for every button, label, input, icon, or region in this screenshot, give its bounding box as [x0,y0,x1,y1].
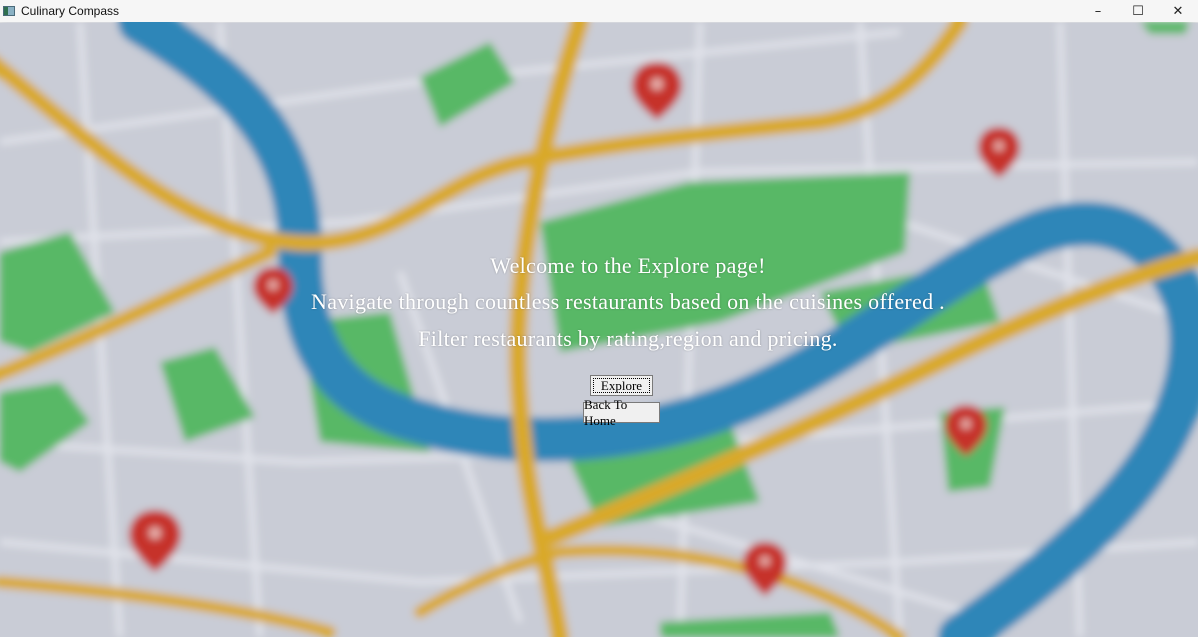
back-to-home-button[interactable]: Back To Home [583,397,660,428]
window-controls: – ☐ ✕ [1078,0,1198,22]
app-icon [3,6,15,16]
welcome-heading: Welcome to the Explore page! [490,253,766,278]
explore-button[interactable]: Explore [590,375,653,396]
filter-text: Filter restaurants by rating,region and … [418,326,838,351]
navigate-text: Navigate through countless restaurants b… [311,289,945,314]
maximize-button[interactable]: ☐ [1118,0,1158,22]
explore-content: Welcome to the Explore page! Navigate th… [0,22,1198,637]
title-bar: Culinary Compass – ☐ ✕ [0,0,1198,23]
close-button[interactable]: ✕ [1158,0,1198,22]
minimize-button[interactable]: – [1078,0,1118,22]
window-title: Culinary Compass [21,4,120,18]
